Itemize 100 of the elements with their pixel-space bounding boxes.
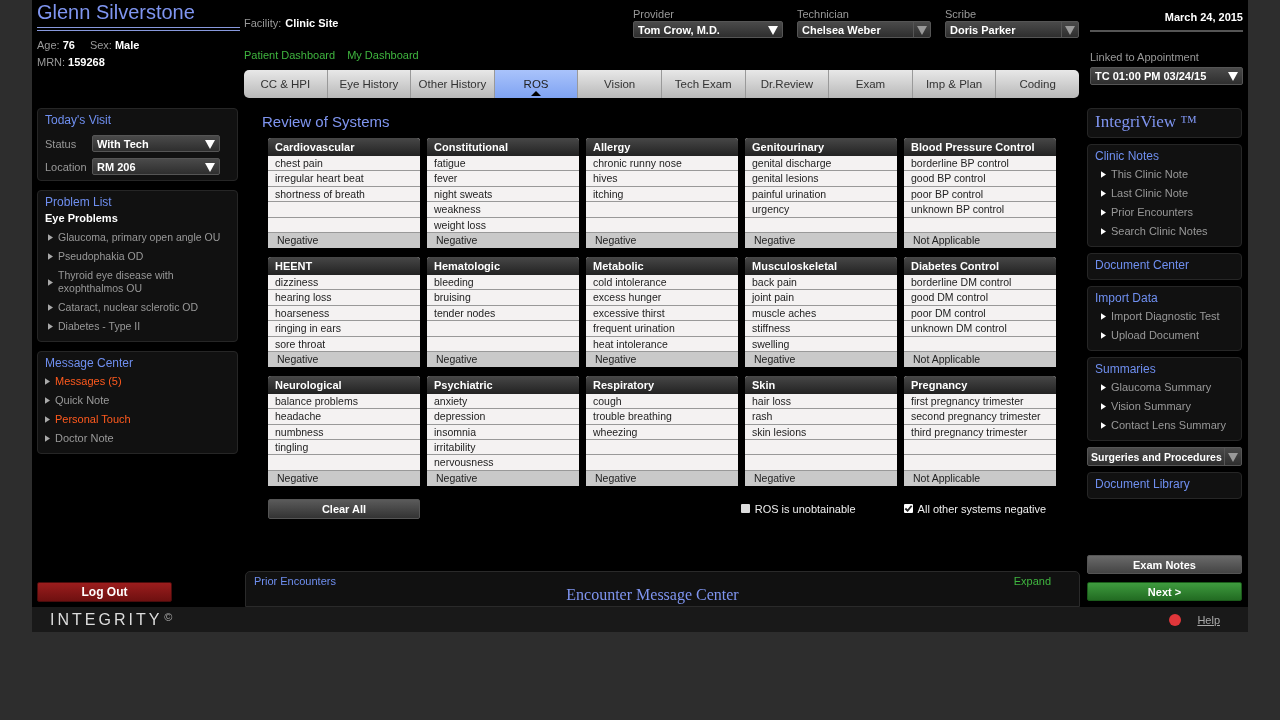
expand-link[interactable]: Expand <box>1013 574 1051 588</box>
nav-item[interactable]: Glaucoma Summary <box>1111 381 1212 394</box>
expand-arrow-icon[interactable] <box>1101 313 1106 320</box>
section-link[interactable]: Import Data <box>1095 290 1234 307</box>
symptom-row[interactable]: irritability <box>427 440 579 456</box>
expand-arrow-icon[interactable] <box>1101 332 1106 339</box>
expand-arrow-icon[interactable] <box>48 323 53 330</box>
symptom-row[interactable]: second pregnancy trimester <box>904 409 1056 425</box>
nav-item[interactable]: Upload Document <box>1111 329 1200 342</box>
symptom-row[interactable]: headache <box>268 409 420 425</box>
visit-select[interactable]: With Tech <box>92 135 220 152</box>
symptom-row[interactable]: heat intolerance <box>586 336 738 352</box>
section-link[interactable]: Document Center <box>1095 257 1234 274</box>
symptom-row[interactable]: stiffness <box>745 321 897 337</box>
symptom-row[interactable]: swelling <box>745 336 897 352</box>
symptom-row[interactable]: nervousness <box>427 455 579 471</box>
nav-tab[interactable]: ROS <box>494 70 579 98</box>
symptom-row[interactable]: cold intolerance <box>586 274 738 291</box>
nav-item[interactable]: Search Clinic Notes <box>1111 225 1208 238</box>
symptom-row[interactable]: weight loss <box>427 217 579 233</box>
symptom-row[interactable]: rash <box>745 409 897 425</box>
symptom-row[interactable]: third pregnancy trimester <box>904 424 1056 441</box>
symptom-row[interactable]: hoarseness <box>268 305 420 322</box>
dashboard-link[interactable]: Patient Dashboard <box>244 48 336 62</box>
symptom-row[interactable]: hives <box>586 171 738 187</box>
nav-item[interactable]: Last Clinic Note <box>1111 187 1189 200</box>
symptom-row[interactable]: skin lesions <box>745 424 897 441</box>
symptom-row[interactable]: borderline BP control <box>904 156 1056 172</box>
nav-tab[interactable]: Eye History <box>327 70 412 98</box>
expand-arrow-icon[interactable] <box>48 234 53 241</box>
symptom-row[interactable]: excess hunger <box>586 290 738 306</box>
symptom-row[interactable]: poor DM control <box>904 305 1056 322</box>
symptom-row[interactable]: unknown DM control <box>904 321 1056 337</box>
next-button[interactable]: Next > <box>1087 582 1242 601</box>
symptom-row[interactable]: itching <box>586 186 738 203</box>
symptom-row[interactable]: fever <box>427 171 579 187</box>
log-out-button[interactable]: Log Out <box>37 582 172 602</box>
expand-arrow-icon[interactable] <box>45 397 50 404</box>
procedures-select[interactable]: Surgeries and Procedures <box>1087 447 1242 466</box>
nav-tab[interactable]: Coding <box>996 70 1079 98</box>
visit-select[interactable]: RM 206 <box>92 158 220 175</box>
symptom-row[interactable]: tender nodes <box>427 305 579 322</box>
symptom-row[interactable]: frequent urination <box>586 321 738 337</box>
nav-tab[interactable]: Tech Exam <box>661 70 746 98</box>
expand-arrow-icon[interactable] <box>45 378 50 385</box>
symptom-row[interactable]: poor BP control <box>904 186 1056 203</box>
symptom-row[interactable]: hearing loss <box>268 290 420 306</box>
nav-tab[interactable]: Imp & Plan <box>912 70 997 98</box>
expand-arrow-icon[interactable] <box>1101 384 1106 391</box>
symptom-row[interactable]: muscle aches <box>745 305 897 322</box>
symptom-row[interactable]: numbness <box>268 424 420 441</box>
message-item[interactable]: Quick Note <box>55 394 110 407</box>
symptom-row[interactable]: genital discharge <box>745 156 897 172</box>
nav-item[interactable]: Vision Summary <box>1111 400 1191 413</box>
symptom-row[interactable]: chronic runny nose <box>586 156 738 172</box>
clear-all-button[interactable]: Clear All <box>268 498 420 519</box>
symptom-row[interactable]: excessive thirst <box>586 305 738 322</box>
message-item[interactable]: Personal Touch <box>55 413 131 426</box>
symptom-row[interactable]: hair loss <box>745 393 897 410</box>
problem-item[interactable]: Diabetes - Type II <box>58 320 141 333</box>
symptom-row[interactable]: bleeding <box>427 274 579 291</box>
nav-item[interactable]: Import Diagnostic Test <box>1111 310 1220 323</box>
nav-tab[interactable]: Exam <box>829 70 913 98</box>
symptom-row[interactable]: joint pain <box>745 290 897 306</box>
nav-tab[interactable]: Other History <box>411 70 495 98</box>
appointment-select[interactable]: TC 01:00 PM 03/24/15 <box>1090 67 1243 85</box>
message-item[interactable]: Messages (5) <box>55 375 122 388</box>
staff-select[interactable]: Chelsea Weber <box>797 21 931 38</box>
symptom-row[interactable]: genital lesions <box>745 171 897 187</box>
expand-arrow-icon[interactable] <box>48 278 53 286</box>
nav-item[interactable]: Contact Lens Summary <box>1111 419 1226 432</box>
symptom-row[interactable]: balance problems <box>268 393 420 410</box>
symptom-row[interactable]: painful urination <box>745 186 897 203</box>
symptom-row[interactable]: fatigue <box>427 156 579 172</box>
symptom-row[interactable]: cough <box>586 393 738 410</box>
symptom-row[interactable]: night sweats <box>427 186 579 203</box>
symptom-row[interactable]: urgency <box>745 202 897 218</box>
problem-item[interactable]: Glaucoma, primary open angle OU <box>58 231 221 244</box>
symptom-row[interactable]: unknown BP control <box>904 202 1056 218</box>
symptom-row[interactable]: good BP control <box>904 171 1056 187</box>
checkbox[interactable] <box>740 504 750 514</box>
nav-item[interactable]: This Clinic Note <box>1111 168 1189 181</box>
symptom-row[interactable]: weakness <box>427 202 579 218</box>
symptom-row[interactable]: back pain <box>745 274 897 291</box>
nav-item[interactable]: Prior Encounters <box>1111 206 1193 219</box>
expand-arrow-icon[interactable] <box>45 435 50 442</box>
dashboard-link[interactable]: My Dashboard <box>347 48 419 62</box>
symptom-row[interactable]: bruising <box>427 290 579 306</box>
expand-arrow-icon[interactable] <box>1101 190 1106 197</box>
section-link[interactable]: Summaries <box>1095 361 1234 378</box>
expand-arrow-icon[interactable] <box>1101 403 1106 410</box>
message-item[interactable]: Doctor Note <box>55 432 114 445</box>
checkbox[interactable] <box>903 504 913 514</box>
expand-arrow-icon[interactable] <box>48 253 53 260</box>
symptom-row[interactable]: insomnia <box>427 424 579 441</box>
problem-item[interactable]: Pseudophakia OD <box>58 250 144 263</box>
section-link[interactable]: Clinic Notes <box>1095 148 1234 165</box>
expand-arrow-icon[interactable] <box>1101 209 1106 216</box>
nav-tab[interactable]: Vision <box>578 70 662 98</box>
symptom-row[interactable]: sore throat <box>268 336 420 352</box>
